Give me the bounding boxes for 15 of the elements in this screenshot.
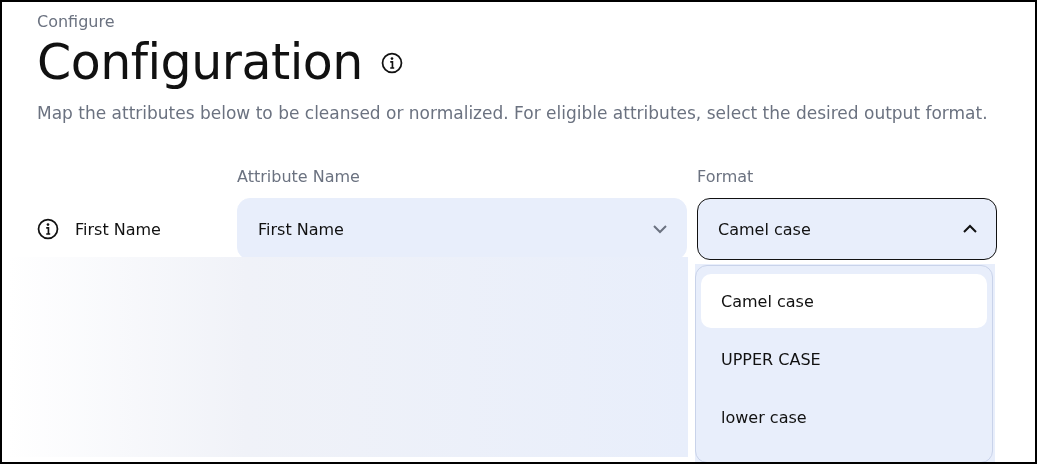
breadcrumb[interactable]: Configure [37, 12, 1035, 31]
info-icon [37, 218, 59, 240]
menu-option[interactable]: Camel case [701, 274, 987, 328]
chevron-up-icon [962, 224, 978, 234]
page-description: Map the attributes below to be cleansed or normalized. For eligible attributes, select the desired output format. [37, 103, 989, 123]
format-select[interactable]: Camel case [697, 198, 997, 260]
menu-option[interactable]: UPPER CASE [701, 332, 987, 386]
menu-option[interactable]: lower case [701, 390, 987, 444]
attribute-select[interactable]: First Name [237, 198, 687, 260]
page-title: Configuration [37, 33, 363, 93]
column-header: Attribute Name [237, 167, 361, 188]
column-header: Format [697, 167, 755, 188]
info-icon [380, 52, 403, 74]
chevron-down-icon [652, 224, 668, 234]
attribute-label: First Name [75, 219, 161, 239]
